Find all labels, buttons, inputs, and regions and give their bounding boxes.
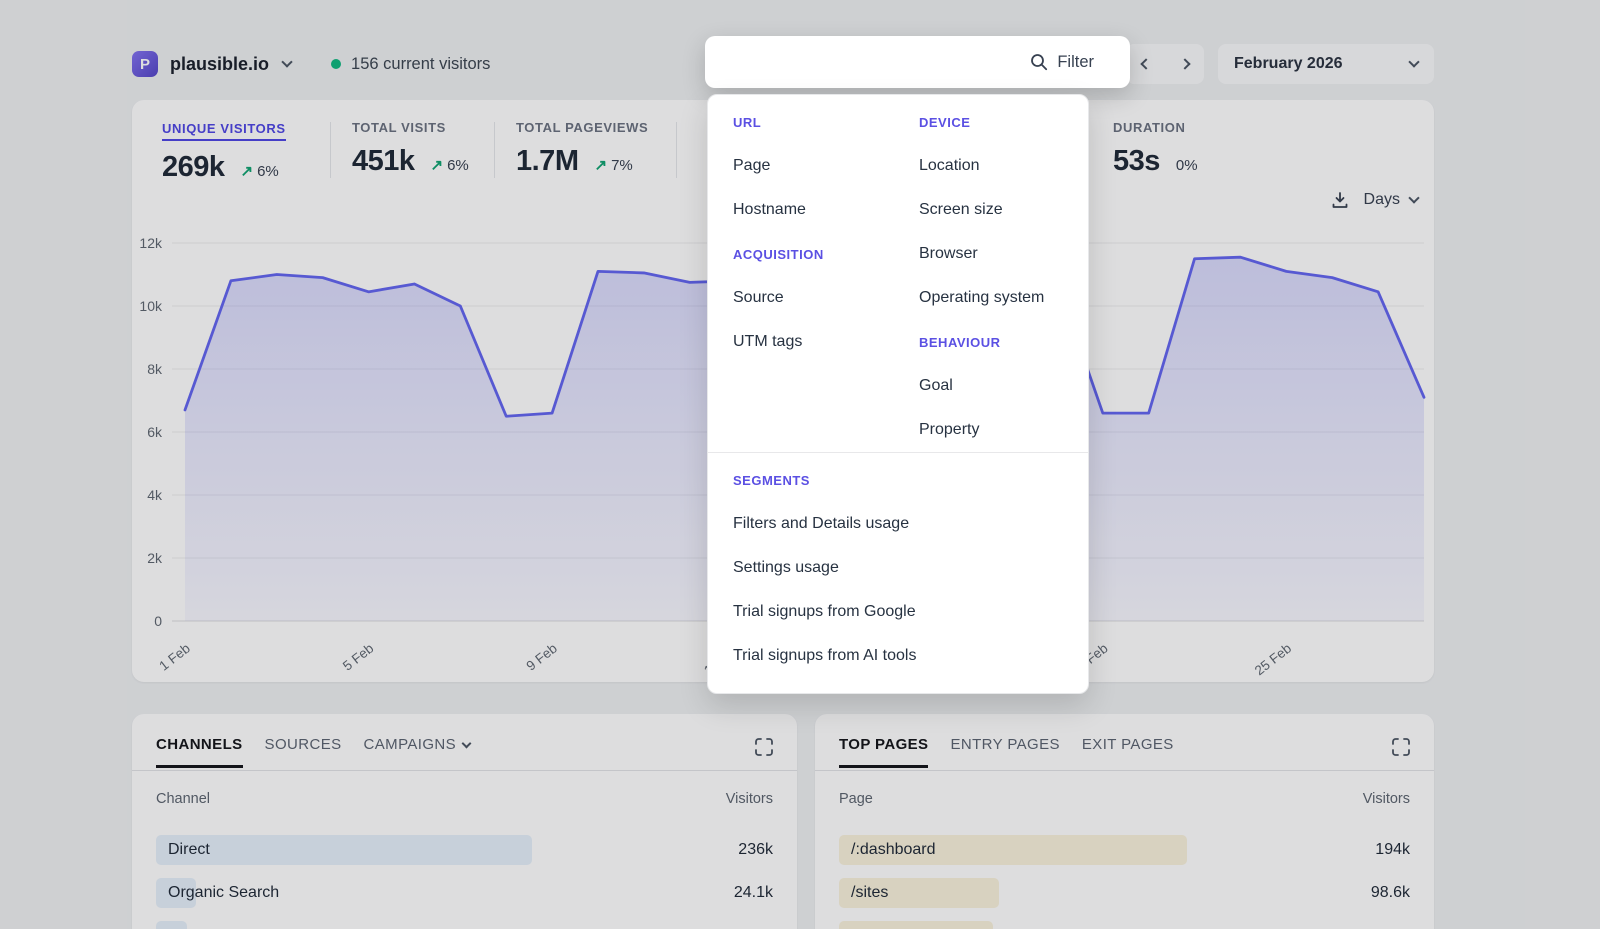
filter-section-acquisition: ACQUISITION	[733, 232, 919, 276]
segment-item-slot: Settings usage	[733, 546, 1063, 590]
filter-section-segments: SEGMENTS	[733, 458, 1063, 502]
segment-menu-item[interactable]: Trial signups from Google	[733, 603, 916, 621]
filter-menu-columns: URL Page Hostname ACQUISITION Source UTM tags…	[733, 100, 1063, 452]
filter-section-title: SEGMENTS	[733, 473, 810, 488]
filter-label: Filter	[1057, 53, 1094, 72]
filter-item-slot: Operating system	[919, 276, 1063, 320]
filter-menu: URL Page Hostname ACQUISITION Source UTM tags…	[707, 94, 1089, 694]
filter-menu-item[interactable]: Property	[919, 421, 979, 439]
filter-item-slot: Location	[919, 144, 1063, 188]
segment-menu-item[interactable]: Settings usage	[733, 559, 839, 577]
filter-menu-item[interactable]: Hostname	[733, 201, 806, 219]
filter-menu-item[interactable]: Goal	[919, 377, 953, 395]
filter-menu-item[interactable]: Location	[919, 157, 980, 175]
segment-item-slot: Trial signups from Google	[733, 590, 1063, 634]
filter-item-slot: Property	[919, 408, 1063, 452]
segment-item-slot: Filters and Details usage	[733, 502, 1063, 546]
filter-menu-item[interactable]: Source	[733, 289, 784, 307]
filter-search[interactable]: Filter	[705, 36, 1130, 88]
filter-item-slot: Page	[733, 144, 919, 188]
filter-section-title: ACQUISITION	[733, 247, 824, 262]
search-icon	[1030, 53, 1048, 71]
filter-menu-item[interactable]: Browser	[919, 245, 978, 263]
filter-item-slot: UTM tags	[733, 320, 919, 364]
filter-menu-item[interactable]: Screen size	[919, 201, 1003, 219]
segment-menu-item[interactable]: Trial signups from AI tools	[733, 647, 916, 665]
filter-menu-item[interactable]: Page	[733, 157, 770, 175]
filter-section-title: DEVICE	[919, 115, 970, 130]
filter-item-slot: Browser	[919, 232, 1063, 276]
filter-item-slot: Source	[733, 276, 919, 320]
filter-menu-item[interactable]: Operating system	[919, 289, 1044, 307]
filter-section-title: BEHAVIOUR	[919, 335, 1001, 350]
filter-item-slot: Screen size	[919, 188, 1063, 232]
segment-item-slot: Trial signups from AI tools	[733, 634, 1063, 678]
filter-section-behaviour: BEHAVIOUR	[919, 320, 1063, 364]
filter-section-device: DEVICE	[919, 100, 1063, 144]
segment-menu-item[interactable]: Filters and Details usage	[733, 515, 909, 533]
filter-section-url: URL	[733, 100, 919, 144]
filter-item-slot: Hostname	[733, 188, 919, 232]
filter-item-slot: Goal	[919, 364, 1063, 408]
filter-menu-item[interactable]: UTM tags	[733, 333, 802, 351]
filter-section-title: URL	[733, 115, 761, 130]
dashboard-page: P plausible.io 156 current visitors Febr…	[0, 0, 1600, 929]
